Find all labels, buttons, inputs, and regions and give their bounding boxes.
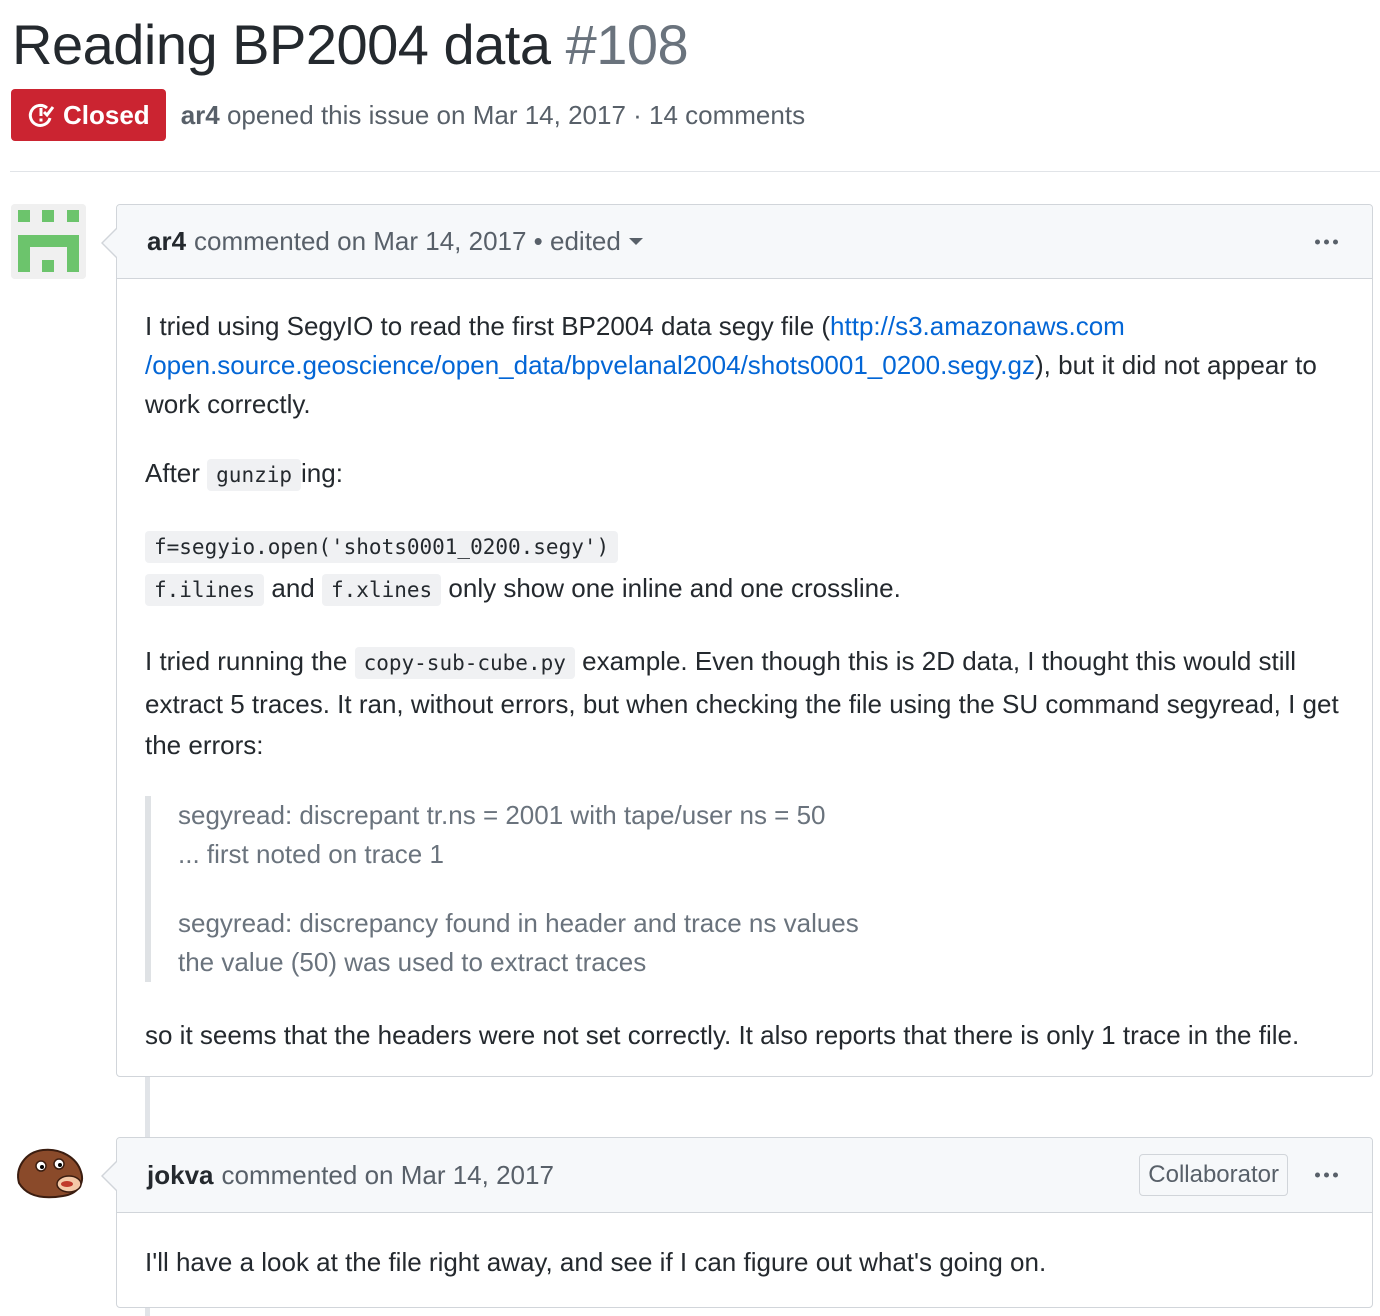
inline-code: f.ilines [145,574,265,606]
comment-author-link[interactable]: ar4 [147,226,186,257]
comment-caret-fill [103,227,119,259]
state-label: Closed [63,99,150,130]
state-badge: Closed [11,89,166,141]
comment-paragraph: I tried running the copy-sub-cube.py exa… [145,641,1344,766]
comment-timestamp[interactable]: commented on Mar 14, 2017 • edited [194,226,621,257]
timeline-connector [145,1076,150,1138]
more-options-icon[interactable] [1315,1172,1338,1178]
comment-paragraph: f=segyio.open('shots0001_0200.segy') f.il… [145,525,1344,611]
issue-title-text: Reading BP2004 data [12,13,551,76]
comment-paragraph: so it seems that the headers were not se… [145,1020,1300,1050]
text: and [271,573,315,603]
collaborator-badge: Collaborator [1139,1154,1288,1196]
inline-code: f=segyio.open('shots0001_0200.segy') [145,531,619,563]
inline-code: copy-sub-cube.py [354,647,575,679]
text: segyread: discrepant tr.ns = 2001 with t… [178,800,826,830]
error-blockquote: segyread: discrepant tr.ns = 2001 with t… [145,796,1344,982]
header-divider [10,171,1380,172]
comment-body: I tried using SegyIO to read the first B… [117,279,1372,1055]
comment-ar4: ar4 commented on Mar 14, 2017 • edited I… [101,204,1373,1077]
avatar-ar4[interactable] [11,204,86,279]
text: ... first noted on trace 1 [178,839,444,869]
text: I tried using SegyIO to read the first B… [145,311,831,341]
issue-meta-text: ar4 opened this issue on Mar 14, 2017 · … [181,100,805,131]
text: only show one inline and one crossline. [448,573,901,603]
text: segyread: discrepancy found in header an… [178,908,859,938]
text: ing: [301,458,343,488]
quote-paragraph: segyread: discrepancy found in header an… [178,904,1344,982]
link-text: http://s3.amazonaws.com [830,311,1125,341]
inline-code: f.xlines [322,574,442,606]
comment-timestamp[interactable]: commented on Mar 14, 2017 [222,1160,554,1191]
comment-jokva: jokva commented on Mar 14, 2017 Collabor… [101,1137,1373,1308]
text: I tried running the [145,646,348,676]
more-options-icon[interactable] [1315,239,1338,244]
blob-avatar [11,1138,86,1213]
comment-header: jokva commented on Mar 14, 2017 Collabor… [101,1138,1372,1213]
comment-author-link[interactable]: jokva [147,1160,214,1191]
comment-caret-fill [103,1160,119,1192]
avatar-jokva[interactable] [11,1138,86,1213]
comment-paragraph: I'll have a look at the file right away,… [145,1247,1047,1277]
comment-paragraph: I tried using SegyIO to read the first B… [145,307,1344,424]
issue-author-link[interactable]: ar4 [181,100,220,130]
issue-title: Reading BP2004 data #108 [12,8,689,82]
text: the value (50) was used to extract trace… [178,947,647,977]
issue-number: #108 [565,13,689,76]
quote-paragraph: segyread: discrepant tr.ns = 2001 with t… [178,796,1344,874]
issue-closed-icon [28,103,55,127]
comment-header: ar4 commented on Mar 14, 2017 • edited [101,205,1372,279]
issue-meta: Closed ar4 opened this issue on Mar 14, … [11,89,805,141]
text: After [145,458,200,488]
identicon-avatar [11,204,86,279]
link-text: /open.source.geoscience/open_data/bpvela… [145,350,1035,380]
timeline-connector [145,1308,150,1316]
edited-dropdown-icon[interactable] [628,238,643,245]
issue-meta-detail: opened this issue on Mar 14, 2017 · 14 c… [226,99,806,130]
comment-paragraph: After gunzip ing: [145,454,1344,495]
inline-code: gunzip [207,459,302,491]
comment-body: I'll have a look at the file right away,… [117,1213,1372,1282]
